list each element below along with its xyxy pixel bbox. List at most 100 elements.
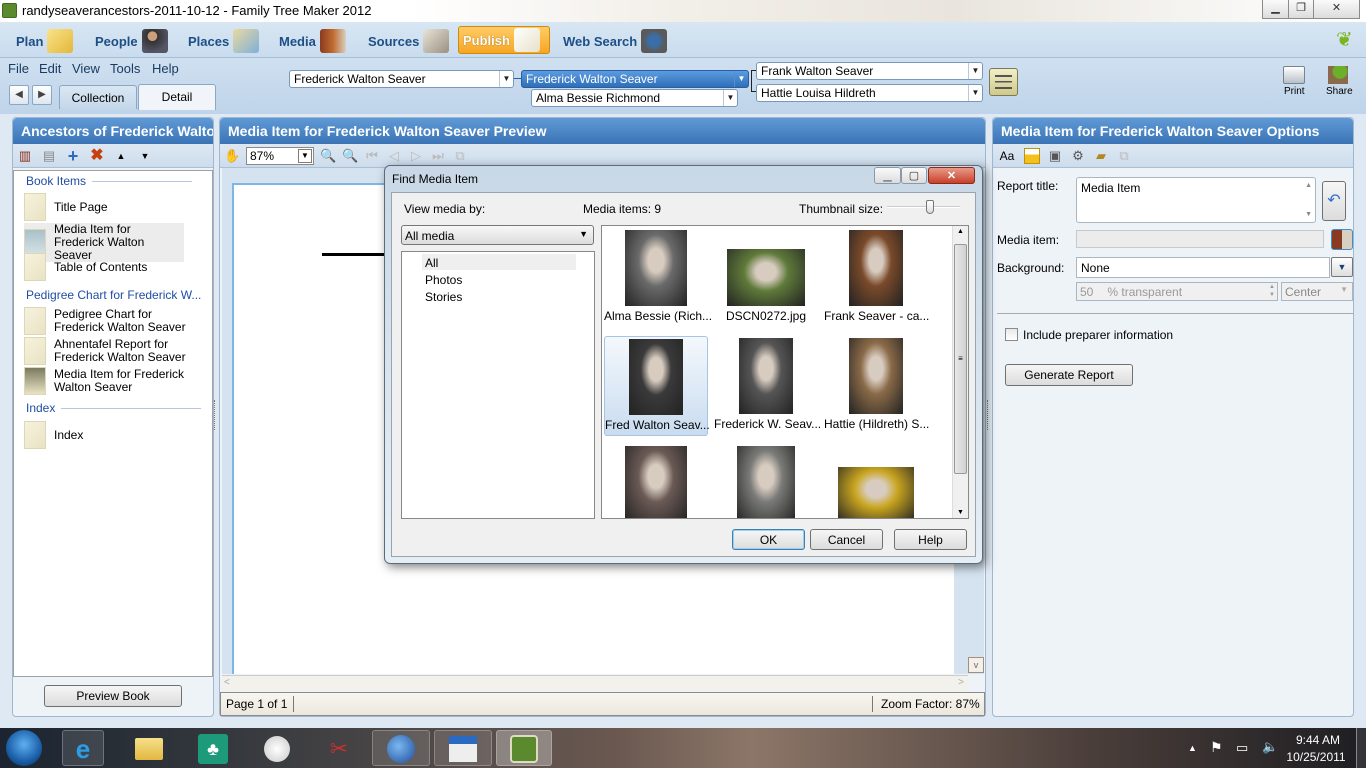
focus-person-select[interactable]: Frederick Walton Seaver ▼ <box>521 70 749 88</box>
report-title-input[interactable]: Media Item ▲ ▼ <box>1076 177 1316 223</box>
media-thumbnail[interactable] <box>604 444 708 518</box>
hand-pan-icon[interactable]: ✋ <box>224 148 240 164</box>
clock-time[interactable]: 9:44 AM <box>1293 733 1343 747</box>
preview-book-button[interactable]: Preview Book <box>44 685 182 707</box>
taskbar-thunderbird[interactable] <box>372 730 430 766</box>
zoom-in-icon[interactable]: 🔍 <box>342 148 358 164</box>
nav-publish[interactable]: Publish <box>458 26 550 54</box>
background-select[interactable]: None <box>1076 257 1330 278</box>
menu-tools[interactable]: Tools <box>110 61 140 76</box>
scroll-down-icon[interactable]: ▼ <box>953 509 968 516</box>
taskbar-explorer[interactable] <box>128 730 170 766</box>
forward-button[interactable]: ▶ <box>32 85 52 105</box>
share-icon[interactable] <box>1328 66 1348 84</box>
tab-collection[interactable]: Collection <box>59 85 137 109</box>
ancestry-leaf-icon[interactable]: ❦ <box>1336 27 1353 52</box>
include-preparer-checkbox[interactable] <box>1005 328 1018 341</box>
include-preparer-label[interactable]: Include preparer information <box>1023 328 1173 342</box>
back-button[interactable]: ◀ <box>9 85 29 105</box>
media-thumbnail[interactable]: Alma Bessie (Rich... <box>604 228 712 328</box>
scroll-right-icon[interactable]: > <box>958 677 964 688</box>
ok-button[interactable]: OK <box>732 529 805 550</box>
move-up-icon[interactable]: ▲ <box>113 148 129 164</box>
taskbar-internet-explorer[interactable]: e <box>62 730 104 766</box>
menu-file[interactable]: File <box>8 61 29 76</box>
taskbar-odf-viewer[interactable] <box>434 730 492 766</box>
media-thumbnail[interactable]: Frederick W. Seav... <box>714 336 821 436</box>
splitter-handle[interactable] <box>214 400 216 430</box>
multi-page-icon[interactable]: ⧉ <box>452 148 468 164</box>
scroll-thumb[interactable]: ≡ <box>954 244 967 474</box>
media-thumbnail[interactable] <box>824 444 928 518</box>
book-properties-icon[interactable]: ▥ <box>17 148 33 164</box>
share-label[interactable]: Share <box>1326 86 1353 97</box>
settings-gear-icon[interactable]: ⚙ <box>1070 148 1086 164</box>
book-item[interactable]: Title Page <box>24 193 184 221</box>
dialog-minimize-button[interactable]: ▁ <box>874 167 901 184</box>
volume-icon[interactable]: 🔈 <box>1262 739 1278 755</box>
print-label[interactable]: Print <box>1284 86 1305 97</box>
page-style-icon[interactable] <box>1024 147 1040 164</box>
family-view-button[interactable] <box>989 68 1018 96</box>
add-item-icon[interactable]: + <box>65 147 81 165</box>
action-center-flag-icon[interactable]: ⚑ <box>1210 739 1223 756</box>
vertical-scroll-down[interactable]: v <box>968 657 984 673</box>
category-item-selected[interactable]: All <box>422 254 576 270</box>
last-page-icon[interactable]: ⏭ <box>430 148 446 164</box>
father-select[interactable]: Frank Walton Seaver ▼ <box>756 62 983 80</box>
cancel-button[interactable]: Cancel <box>810 529 883 550</box>
show-hidden-icons[interactable]: ▲ <box>1188 743 1197 753</box>
scroll-up-icon[interactable]: ▲ <box>953 228 968 235</box>
menu-help[interactable]: Help <box>152 61 179 76</box>
nav-plan[interactable]: Plan <box>16 28 74 54</box>
next-page-icon[interactable]: ▷ <box>408 148 424 164</box>
taskbar-ancestry[interactable]: ♣ <box>192 730 234 766</box>
nav-web-search[interactable]: Web Search <box>563 28 668 54</box>
book-item[interactable]: Ahnentafel Report for Frederick Walton S… <box>24 337 194 365</box>
font-icon[interactable]: Aa <box>997 148 1017 164</box>
media-item-field[interactable] <box>1076 230 1324 248</box>
nav-people[interactable]: People <box>95 28 168 54</box>
taskbar-snipping-tool[interactable]: ✂ <box>318 730 360 766</box>
generate-report-button[interactable]: Generate Report <box>1005 364 1133 386</box>
previous-page-icon[interactable]: ◁ <box>386 148 402 164</box>
nav-sources[interactable]: Sources <box>368 28 450 54</box>
delete-item-icon[interactable]: ✖ <box>89 147 105 164</box>
media-thumbnail[interactable]: Frank Seaver - ca... <box>824 228 929 328</box>
mother-select[interactable]: Hattie Louisa Hildreth ▼ <box>756 84 983 102</box>
zoom-select[interactable]: 87% ▼ <box>246 146 314 165</box>
tab-detail[interactable]: Detail <box>138 84 216 110</box>
menu-edit[interactable]: Edit <box>39 61 61 76</box>
book-item[interactable]: Index <box>24 421 184 449</box>
print-icon[interactable] <box>1283 66 1305 84</box>
media-thumbnail[interactable]: Hattie (Hildreth) S... <box>824 336 929 436</box>
network-icon[interactable]: ▭ <box>1236 740 1248 756</box>
media-thumbnail[interactable]: DSCN0272.jpg <box>714 228 818 328</box>
person-select[interactable]: Frederick Walton Seaver ▼ <box>289 70 514 88</box>
reset-title-button[interactable]: ↶ <box>1322 181 1346 221</box>
dialog-maximize-button[interactable]: ▢ <box>901 167 927 184</box>
book-item[interactable]: Table of Contents <box>24 253 184 281</box>
alignment-select[interactable]: Center ▼ <box>1281 282 1353 301</box>
view-media-select[interactable]: All media ▼ <box>401 225 594 245</box>
first-page-icon[interactable]: ⏮ <box>364 148 380 164</box>
spinner-arrows-icon[interactable]: ▲ ▼ <box>1269 283 1275 299</box>
scroll-down-icon[interactable]: ▼ <box>1305 211 1312 218</box>
category-item[interactable]: Photos <box>425 273 462 287</box>
show-desktop-button[interactable] <box>1356 728 1366 768</box>
move-down-icon[interactable]: ▼ <box>137 148 153 164</box>
close-button[interactable]: ✕ <box>1313 0 1360 19</box>
taskbar-family-tree-maker[interactable] <box>496 730 552 766</box>
book-item[interactable]: Pedigree Chart for Frederick Walton Seav… <box>24 307 194 335</box>
select-media-button[interactable] <box>1331 229 1353 250</box>
start-button[interactable] <box>6 730 42 766</box>
restore-button[interactable]: ❐ <box>1288 0 1314 19</box>
open-folder-icon[interactable]: ▰ <box>1093 148 1109 164</box>
dialog-close-button[interactable]: ✕ <box>928 167 975 184</box>
copy-icon[interactable]: ⧉ <box>1116 148 1132 164</box>
transparency-spinner[interactable]: 50 % transparent ▲ ▼ <box>1076 282 1278 301</box>
spouse-select[interactable]: Alma Bessie Richmond ▼ <box>531 89 738 107</box>
minimize-button[interactable]: ▁ <box>1262 0 1289 19</box>
menu-view[interactable]: View <box>72 61 100 76</box>
thumbnail-size-slider[interactable] <box>887 200 960 218</box>
